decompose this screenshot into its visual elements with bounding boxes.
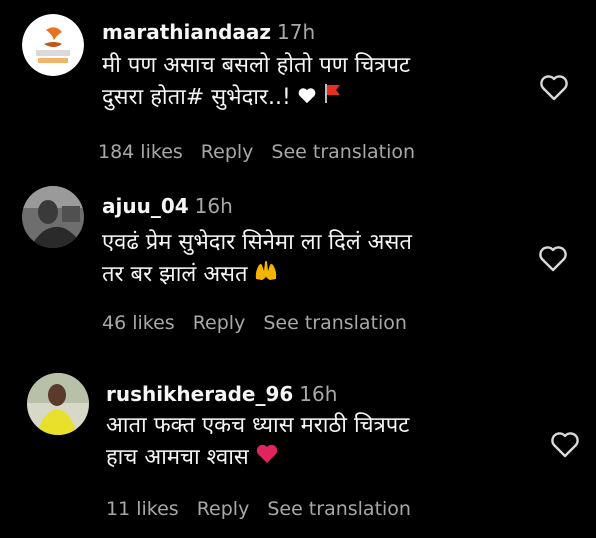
raising-hands-icon [254, 259, 278, 291]
heart-outline-icon[interactable] [538, 72, 570, 102]
comment-line-with-emoji: तर बर झालं असत [102, 259, 532, 291]
comment-line: तर बर झालं असत [102, 262, 248, 287]
comment-item: rushikherade_96 16h आता फक्त एकच ध्यास मर… [0, 355, 596, 538]
likes-count[interactable]: 11 likes [106, 498, 179, 520]
username[interactable]: rushikherade_96 [106, 382, 293, 406]
timestamp: 16h [299, 382, 338, 406]
comment-item: marathiandaaz 17h मी पण असाच बसलो होतो पण… [0, 0, 596, 175]
avatar[interactable] [22, 186, 84, 248]
reply-button[interactable]: Reply [197, 498, 250, 520]
avatar-image [22, 14, 84, 76]
avatar[interactable] [27, 373, 89, 435]
reply-button[interactable]: Reply [193, 312, 246, 334]
comment-line: एवढं प्रेम सुभेदार सिनेमा ला दिलं असत [102, 230, 412, 255]
comment-line: आता फक्त एकच ध्यास मराठी चित्रपट [106, 413, 410, 438]
avatar-image [22, 186, 84, 248]
likes-count[interactable]: 184 likes [98, 141, 183, 163]
comment-text: एवढं प्रेम सुभेदार सिनेमा ला दिलं असत तर… [102, 227, 532, 291]
see-translation-button[interactable]: See translation [263, 312, 407, 334]
timestamp: 16h [194, 194, 233, 218]
comment-actions: 184 likes Reply See translation [98, 140, 433, 164]
username[interactable]: marathiandaaz [102, 20, 271, 44]
see-translation-button[interactable]: See translation [267, 498, 411, 520]
red-flag-icon [323, 82, 343, 114]
timestamp: 17h [277, 20, 316, 44]
reply-button[interactable]: Reply [201, 141, 254, 163]
comment-line: हाच आमचा श्वास [106, 445, 249, 470]
comment-header: ajuu_04 16h [102, 194, 233, 218]
avatar[interactable] [22, 14, 84, 76]
comment-actions: 46 likes Reply See translation [102, 311, 425, 335]
red-heart-icon [255, 442, 279, 474]
username[interactable]: ajuu_04 [102, 194, 189, 218]
comment-actions: 11 likes Reply See translation [106, 497, 429, 521]
see-translation-button[interactable]: See translation [271, 141, 415, 163]
comment-text: मी पण असाच बसलो होतो पण चित्रपट दुसरा हो… [102, 50, 532, 114]
comment-line: दुसरा होता# सुभेदार..! [102, 85, 291, 110]
comment-header: rushikherade_96 16h [106, 382, 337, 406]
likes-count[interactable]: 46 likes [102, 312, 175, 334]
comment-line-with-emoji: दुसरा होता# सुभेदार..! [102, 82, 532, 114]
heart-outline-icon[interactable] [549, 429, 581, 459]
comment-item: ajuu_04 16h एवढं प्रेम सुभेदार सिनेमा ला … [0, 175, 596, 355]
white-heart-icon [297, 82, 317, 114]
comment-header: marathiandaaz 17h [102, 20, 315, 44]
comment-line: मी पण असाच बसलो होतो पण चित्रपट [102, 53, 411, 78]
heart-outline-icon[interactable] [537, 243, 569, 273]
comment-line-with-emoji: हाच आमचा श्वास [106, 442, 536, 474]
comment-text: आता फक्त एकच ध्यास मराठी चित्रपट हाच आमच… [106, 410, 536, 474]
avatar-image [27, 373, 89, 435]
